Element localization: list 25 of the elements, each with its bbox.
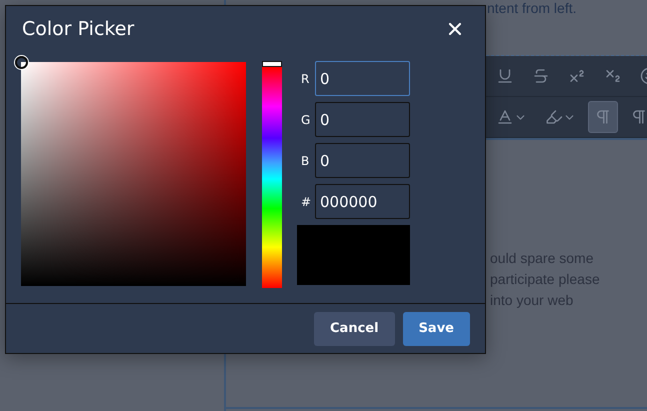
color-value-field[interactable]: 0	[315, 102, 410, 137]
editor-text: ntent from left.	[487, 0, 578, 16]
hue-slider[interactable]	[262, 61, 282, 288]
subscript-icon	[604, 67, 622, 85]
highlighter-icon	[545, 108, 563, 126]
save-button[interactable]: Save	[402, 312, 470, 346]
color-value-field[interactable]: 0	[315, 143, 410, 178]
field-label: B	[300, 154, 310, 168]
picker-handle[interactable]	[15, 56, 28, 69]
pilcrow-icon	[594, 108, 612, 126]
color-value-field[interactable]: 0	[315, 61, 410, 96]
field-label: G	[300, 112, 312, 126]
superscript-icon	[568, 67, 586, 85]
toolbar-button[interactable]	[588, 101, 618, 133]
pilcrow-icon	[630, 108, 647, 126]
text-color-icon	[496, 108, 514, 126]
saturation-area[interactable]	[21, 62, 246, 286]
dialog-title: Color Picker	[22, 18, 134, 40]
hue-slider-thumb[interactable]	[262, 61, 282, 67]
field-label: #	[300, 194, 312, 208]
strikethrough-icon	[532, 67, 550, 85]
underline-icon	[496, 67, 514, 85]
cancel-button[interactable]: Cancel	[314, 312, 395, 346]
field-label: R	[300, 72, 310, 86]
color-value-field[interactable]: 000000	[315, 184, 410, 219]
